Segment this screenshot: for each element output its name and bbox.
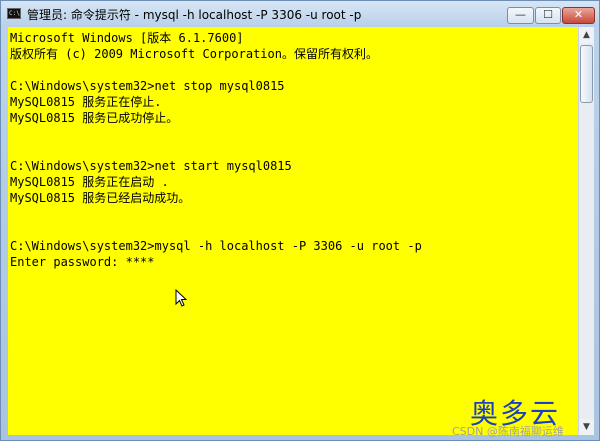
console-line: C:\Windows\system32>net start mysql0815 — [10, 159, 292, 173]
console-line: MySQL0815 服务正在停止. — [10, 95, 162, 109]
title-bar[interactable]: C:\ 管理员: 命令提示符 - mysql -h localhost -P 3… — [1, 1, 599, 27]
console-line: Enter password: **** — [10, 255, 155, 269]
scroll-thumb[interactable] — [580, 45, 593, 103]
window-title: 管理员: 命令提示符 - mysql -h localhost -P 3306 … — [27, 8, 362, 22]
cmd-icon: C:\ — [7, 8, 21, 19]
console-line: MySQL0815 服务已经启动成功。 — [10, 191, 191, 205]
console-line: Microsoft Windows [版本 6.1.7600] — [10, 31, 244, 45]
console-text: Microsoft Windows [版本 6.1.7600] 版权所有 (c)… — [8, 27, 578, 270]
close-button[interactable]: ✕ — [562, 7, 595, 24]
console-line: C:\Windows\system32>mysql -h localhost -… — [10, 239, 422, 253]
command-prompt-window: C:\ 管理员: 命令提示符 - mysql -h localhost -P 3… — [0, 0, 600, 441]
minimize-button[interactable]: — — [507, 7, 534, 24]
maximize-button[interactable]: ☐ — [535, 7, 561, 24]
mouse-pointer-icon — [175, 289, 187, 307]
console-line: C:\Windows\system32>net stop mysql0815 — [10, 79, 285, 93]
scroll-down-arrow-icon[interactable]: ▼ — [579, 419, 594, 435]
watermark-csdn: CSDN @陈南福聊运维 — [452, 425, 564, 438]
console-line: 版权所有 (c) 2009 Microsoft Corporation。保留所有… — [10, 47, 378, 61]
console-line: MySQL0815 服务已成功停止。 — [10, 111, 179, 125]
scroll-up-arrow-icon[interactable]: ▲ — [579, 27, 594, 43]
console-output[interactable]: Microsoft Windows [版本 6.1.7600] 版权所有 (c)… — [8, 27, 578, 435]
vertical-scrollbar[interactable]: ▲ ▼ — [578, 27, 594, 435]
console-line: MySQL0815 服务正在启动 . — [10, 175, 169, 189]
